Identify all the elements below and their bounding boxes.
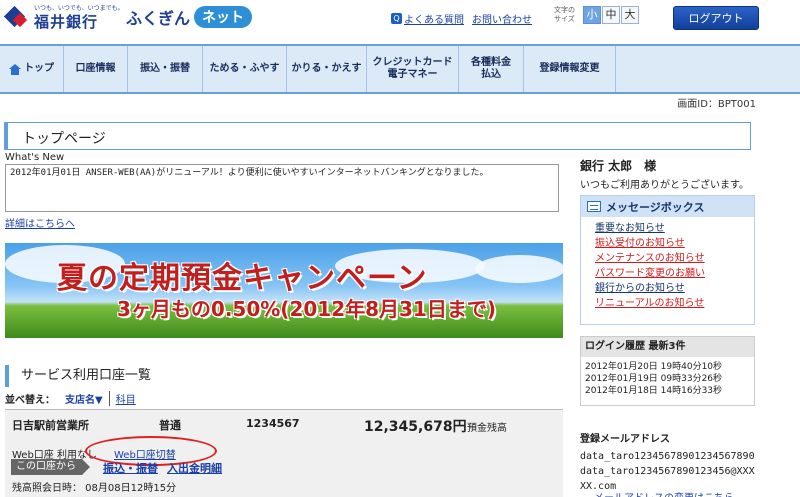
page-title-box: トップページ — [4, 122, 751, 150]
transfer-link[interactable]: 振込・振替 — [103, 460, 158, 476]
message-link-password[interactable]: パスワード変更のお願い — [595, 268, 705, 279]
login-history-entry: 2012年01月20日 19時40分10秒 — [585, 362, 723, 372]
nav-item-save[interactable]: ためる・ふやす — [203, 46, 287, 92]
account-balance: 12,345,678円 — [364, 419, 467, 435]
bank-logo-icon — [6, 6, 30, 30]
screen-id: 画面ID：BPT001 — [677, 99, 756, 110]
message-link-transfer[interactable]: 振込受付のお知らせ — [595, 238, 685, 249]
nav-item-label: トップ — [24, 63, 54, 74]
login-history-list: 2012年01月20日 19時40分10秒 2012年01月19日 09時33分… — [581, 357, 754, 397]
nav-item-sublabel: 払込 — [481, 69, 501, 80]
font-size-medium-button[interactable]: 中 — [602, 6, 620, 24]
transaction-history-link[interactable]: 入出金明細 — [167, 460, 222, 476]
sort-by-subject[interactable]: 科目 — [116, 391, 136, 406]
message-link-renewal[interactable]: リニューアルのお知らせ — [595, 298, 704, 309]
message-box-title: メッセージボックス — [606, 200, 705, 214]
whats-new-label: What's New — [5, 152, 65, 163]
nav-item-transfer[interactable]: 振込・振替 — [128, 46, 203, 92]
font-size-small-button[interactable]: 小 — [583, 6, 601, 24]
nav-item-label: クレジットカード — [372, 57, 453, 68]
nav-item-payments[interactable]: 各種料金 払込 — [459, 46, 524, 92]
nav-item-label: 口座情報 — [75, 63, 116, 74]
from-this-account-label: この口座から — [11, 459, 90, 475]
login-history: ログイン履歴 最新3件 2012年01月20日 19時40分10秒 2012年0… — [580, 336, 755, 406]
logo-tagline: いつも、いつでも、いつまでも。 — [34, 5, 124, 12]
message-box-header: メッセージボックス — [581, 196, 754, 217]
service-name: ふくぎん — [126, 9, 191, 28]
message-box: メッセージボックス 重要なお知らせ 振込受付のお知らせ メンテナンスのお知らせ … — [580, 195, 755, 325]
login-history-entry: 2012年01月18日 14時16分33秒 — [585, 386, 723, 396]
account-number: 1234567 — [246, 417, 300, 430]
nav-item-registration[interactable]: 登録情報変更 — [524, 46, 616, 92]
user-greeting: いつもご利用ありがとうございます。 — [580, 180, 749, 191]
message-item: パスワード変更のお願い — [595, 266, 754, 281]
message-link-important[interactable]: 重要なお知らせ — [595, 223, 665, 234]
email-heading: 登録メールアドレス — [580, 434, 670, 445]
nav-item-account-info[interactable]: 口座情報 — [64, 46, 128, 92]
message-list: 重要なお知らせ 振込受付のお知らせ メンテナンスのお知らせ パスワード変更のお願… — [581, 217, 754, 311]
nav-item-loan[interactable]: かりる・かえす — [287, 46, 367, 92]
email-address: data_taro1234567890123456789​0data_taro1… — [580, 451, 755, 492]
message-item: 重要なお知らせ — [595, 221, 754, 236]
main-nav: トップ 口座情報 振込・振替 ためる・ふやす かりる・かえす クレジットカード … — [0, 44, 800, 94]
email-change-link[interactable]: メールアドレスの変更はこちら — [594, 489, 734, 497]
login-history-title: ログイン履歴 最新3件 — [581, 337, 754, 357]
header: いつも、いつでも、いつまでも。 福井銀行 ふくぎん ネット Q よくある質問 お… — [0, 0, 800, 40]
page-title: トップページ — [22, 131, 106, 147]
user-name: 銀行 太郎 様 — [580, 159, 657, 173]
account-type: 普通 — [159, 419, 181, 432]
login-history-entry: 2012年01月19日 09時33分26秒 — [585, 374, 723, 384]
nav-item-label: ためる・ふやす — [209, 63, 280, 74]
nav-item-label: 振込・振替 — [140, 63, 190, 74]
faq-link-label[interactable]: よくある質問 — [404, 11, 464, 26]
accounts-heading: サービス利用口座一覧 — [5, 365, 151, 387]
nav-item-top[interactable]: トップ — [0, 46, 64, 92]
message-item: リニューアルのお知らせ — [595, 296, 754, 311]
font-size-label: 文字の サイズ — [554, 6, 575, 23]
account-branch: 日吉駅前営業所 — [12, 419, 89, 432]
last-inquiry-time: 残高照会日時： 08月08日12時15分 — [12, 483, 177, 494]
nav-item-credit-card[interactable]: クレジットカード 電子マネー — [367, 46, 459, 92]
faq-icon: Q — [391, 13, 402, 24]
service-logo: ふくぎん ネット — [126, 5, 253, 29]
message-icon — [587, 201, 601, 212]
nav-item-label: かりる・かえす — [291, 63, 362, 74]
bank-name: 福井銀行 — [34, 13, 99, 31]
message-item: 銀行からのお知らせ — [595, 281, 754, 296]
campaign-banner[interactable]: 夏の定期預金キャンペーン 3ヶ月もの0.50%(2012年8月31日まで) — [5, 243, 563, 338]
banner-subtitle: 3ヶ月もの0.50%(2012年8月31日まで) — [117, 297, 496, 321]
bank-logo[interactable]: いつも、いつでも、いつまでも。 福井銀行 — [6, 3, 124, 32]
faq-link[interactable]: Q よくある質問 — [391, 11, 464, 26]
nav-item-label: 登録情報変更 — [539, 63, 600, 74]
message-link-maintenance[interactable]: メンテナンスのお知らせ — [595, 253, 705, 264]
whats-new-box[interactable]: 2012年01月01日 ANSER-WEB(AA)がリニューアル！より便利に使い… — [5, 164, 559, 212]
sort-row: 並べ替え： 支店名▼ 科目 — [5, 391, 136, 406]
message-item: メンテナンスのお知らせ — [595, 251, 754, 266]
message-link-bank-notice[interactable]: 銀行からのお知らせ — [595, 283, 685, 294]
logout-button[interactable]: ログアウト — [673, 6, 759, 30]
details-link[interactable]: 詳細はこちらへ — [5, 215, 75, 230]
cloud-decoration — [475, 255, 563, 283]
font-size-switcher: 文字の サイズ 小 中 大 — [554, 6, 639, 24]
account-row: 日吉駅前営業所 普通 1234567 12,345,678円 預金残高 Web口… — [5, 409, 563, 497]
nav-item-label: 各種料金 — [471, 57, 511, 68]
balance-label: 預金残高 — [467, 423, 507, 434]
nav-item-sublabel: 電子マネー — [387, 69, 438, 80]
sort-label: 並べ替え： — [5, 395, 55, 406]
sort-by-branch[interactable]: 支店名▼ — [65, 391, 110, 406]
service-badge: ネット — [194, 6, 253, 28]
banner-title: 夏の定期預金キャンペーン — [57, 261, 428, 296]
home-icon — [9, 63, 21, 75]
font-size-large-button[interactable]: 大 — [621, 6, 639, 24]
message-item: 振込受付のお知らせ — [595, 236, 754, 251]
contact-link[interactable]: お問い合わせ — [472, 11, 532, 26]
